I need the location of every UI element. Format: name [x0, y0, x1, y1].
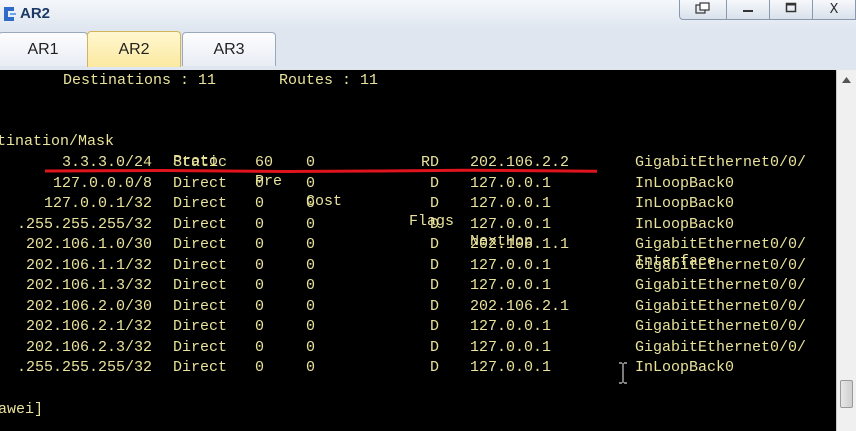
cell-interface: GigabitEthernet0/0/ [635, 277, 807, 294]
text-cursor-icon [618, 362, 628, 384]
cell-nexthop: 127.0.0.1 [470, 256, 552, 274]
table-row: .255.255.255/32 Direct 0 0 D 127.0.0.1 InLoopB… [0, 215, 836, 235]
window-controls: X [679, 0, 856, 20]
tab-label: AR3 [213, 40, 245, 58]
routing-summary: Destinations : 11 Routes : 11 [0, 72, 379, 89]
scroll-up-icon[interactable] [839, 72, 854, 87]
tab-label: AR2 [118, 40, 150, 58]
cell-interface: InLoopBack0 [635, 359, 735, 376]
command-prompt: awei] [0, 401, 44, 418]
cell-flags: D [429, 359, 439, 376]
close-icon: X [829, 2, 839, 17]
minimize-icon [742, 2, 754, 17]
tab-label: AR1 [27, 40, 59, 58]
tab-ar2[interactable]: AR2 [87, 31, 181, 67]
highlight-underline [45, 168, 597, 174]
minimize-button[interactable] [726, 0, 770, 20]
table-row: 202.106.1.1/32 Direct 0 0 D 127.0.0.1 GigabitE… [0, 256, 836, 276]
table-row: 202.106.1.3/32 Direct 0 0 D 127.0.0.1 GigabitE… [0, 276, 836, 296]
maximize-button[interactable] [769, 0, 813, 20]
cell-interface: InLoopBack0 [635, 215, 735, 233]
cell-interface: GigabitEthernet0/0/ [635, 318, 807, 335]
table-row: .255.255.255/32 Direct 0 0 D 127.0.0.1 InLoopB… [0, 358, 836, 378]
cell-flags: D [429, 174, 439, 192]
cell-nexthop: 127.0.0.1 [470, 174, 552, 192]
cell-nexthop: 202.106.2.1 [470, 297, 570, 315]
cell-interface: InLoopBack0 [635, 195, 735, 212]
cell-flags: D [429, 256, 439, 274]
header-destination: tination/Mask [0, 133, 115, 150]
cell-flags: D [429, 195, 439, 212]
cell-nexthop: 127.0.0.1 [470, 338, 552, 356]
cell-flags: D [429, 318, 439, 335]
table-row: 202.106.2.0/30 Direct 0 0 D 202.106.2.1 Gigabi… [0, 297, 836, 317]
table-row: 202.106.1.0/30 Direct 0 0 D 202.106.1.1 Gigabi… [0, 235, 836, 255]
table-row: 127.0.0.0/8 Direct 0 0 D 127.0.0.1 InLoopBack0 [0, 174, 836, 194]
cell-nexthop: 127.0.0.1 [470, 318, 552, 335]
terminal-output[interactable]: Destinations : 11 Routes : 11 tination/M… [0, 70, 836, 431]
cell-nexthop: 202.106.1.1 [470, 236, 570, 253]
cell-interface: InLoopBack0 [635, 174, 735, 192]
table-row: 202.106.2.1/32 Direct 0 0 D 127.0.0.1 GigabitE… [0, 317, 836, 337]
cell-flags: D [429, 338, 439, 356]
cell-nexthop: 127.0.0.1 [470, 195, 552, 212]
cell-flags: D [429, 277, 439, 294]
close-button[interactable]: X [812, 0, 856, 20]
cell-flags: D [429, 297, 439, 315]
restore-icon [695, 1, 711, 18]
cell-flags: D [429, 236, 439, 253]
table-row: 127.0.0.1/32 Direct 0 0 D 127.0.0.1 InLoopBack… [0, 194, 836, 214]
table-header: tination/Mask Proto Pre Cost Flags NextH… [0, 112, 836, 270]
title-bar[interactable]: AR2 X [0, 0, 856, 30]
cell-nexthop: 127.0.0.1 [470, 359, 552, 376]
window-title: AR2 [20, 5, 51, 22]
cell-nexthop: 127.0.0.1 [470, 277, 552, 294]
cell-flags: D [429, 215, 439, 233]
cell-interface: GigabitEthernet0/0/ [635, 338, 807, 356]
vertical-scrollbar[interactable] [836, 70, 856, 431]
cell-interface: GigabitEthernet0/0/ [635, 154, 807, 171]
tab-ar1[interactable]: AR1 [0, 32, 88, 66]
router-app-icon [1, 5, 17, 23]
cell-interface: GigabitEthernet0/0/ [635, 256, 807, 274]
restore-button[interactable] [679, 0, 727, 20]
terminal-window: AR2 X AR1 AR2 AR3 Destinations: 11 Rout… [0, 0, 856, 431]
tab-ar3[interactable]: AR3 [182, 32, 276, 66]
cell-nexthop: 127.0.0.1 [470, 215, 552, 233]
cell-interface: GigabitEthernet0/0/ [635, 297, 807, 315]
table-row: 202.106.2.3/32 Direct 0 0 D 127.0.0.1 GigabitE… [0, 338, 836, 358]
cell-interface: GigabitEthernet0/0/ [635, 236, 807, 253]
scroll-thumb[interactable] [840, 380, 853, 408]
maximize-icon [785, 2, 797, 17]
tab-bar: AR1 AR2 AR3 [0, 30, 856, 70]
